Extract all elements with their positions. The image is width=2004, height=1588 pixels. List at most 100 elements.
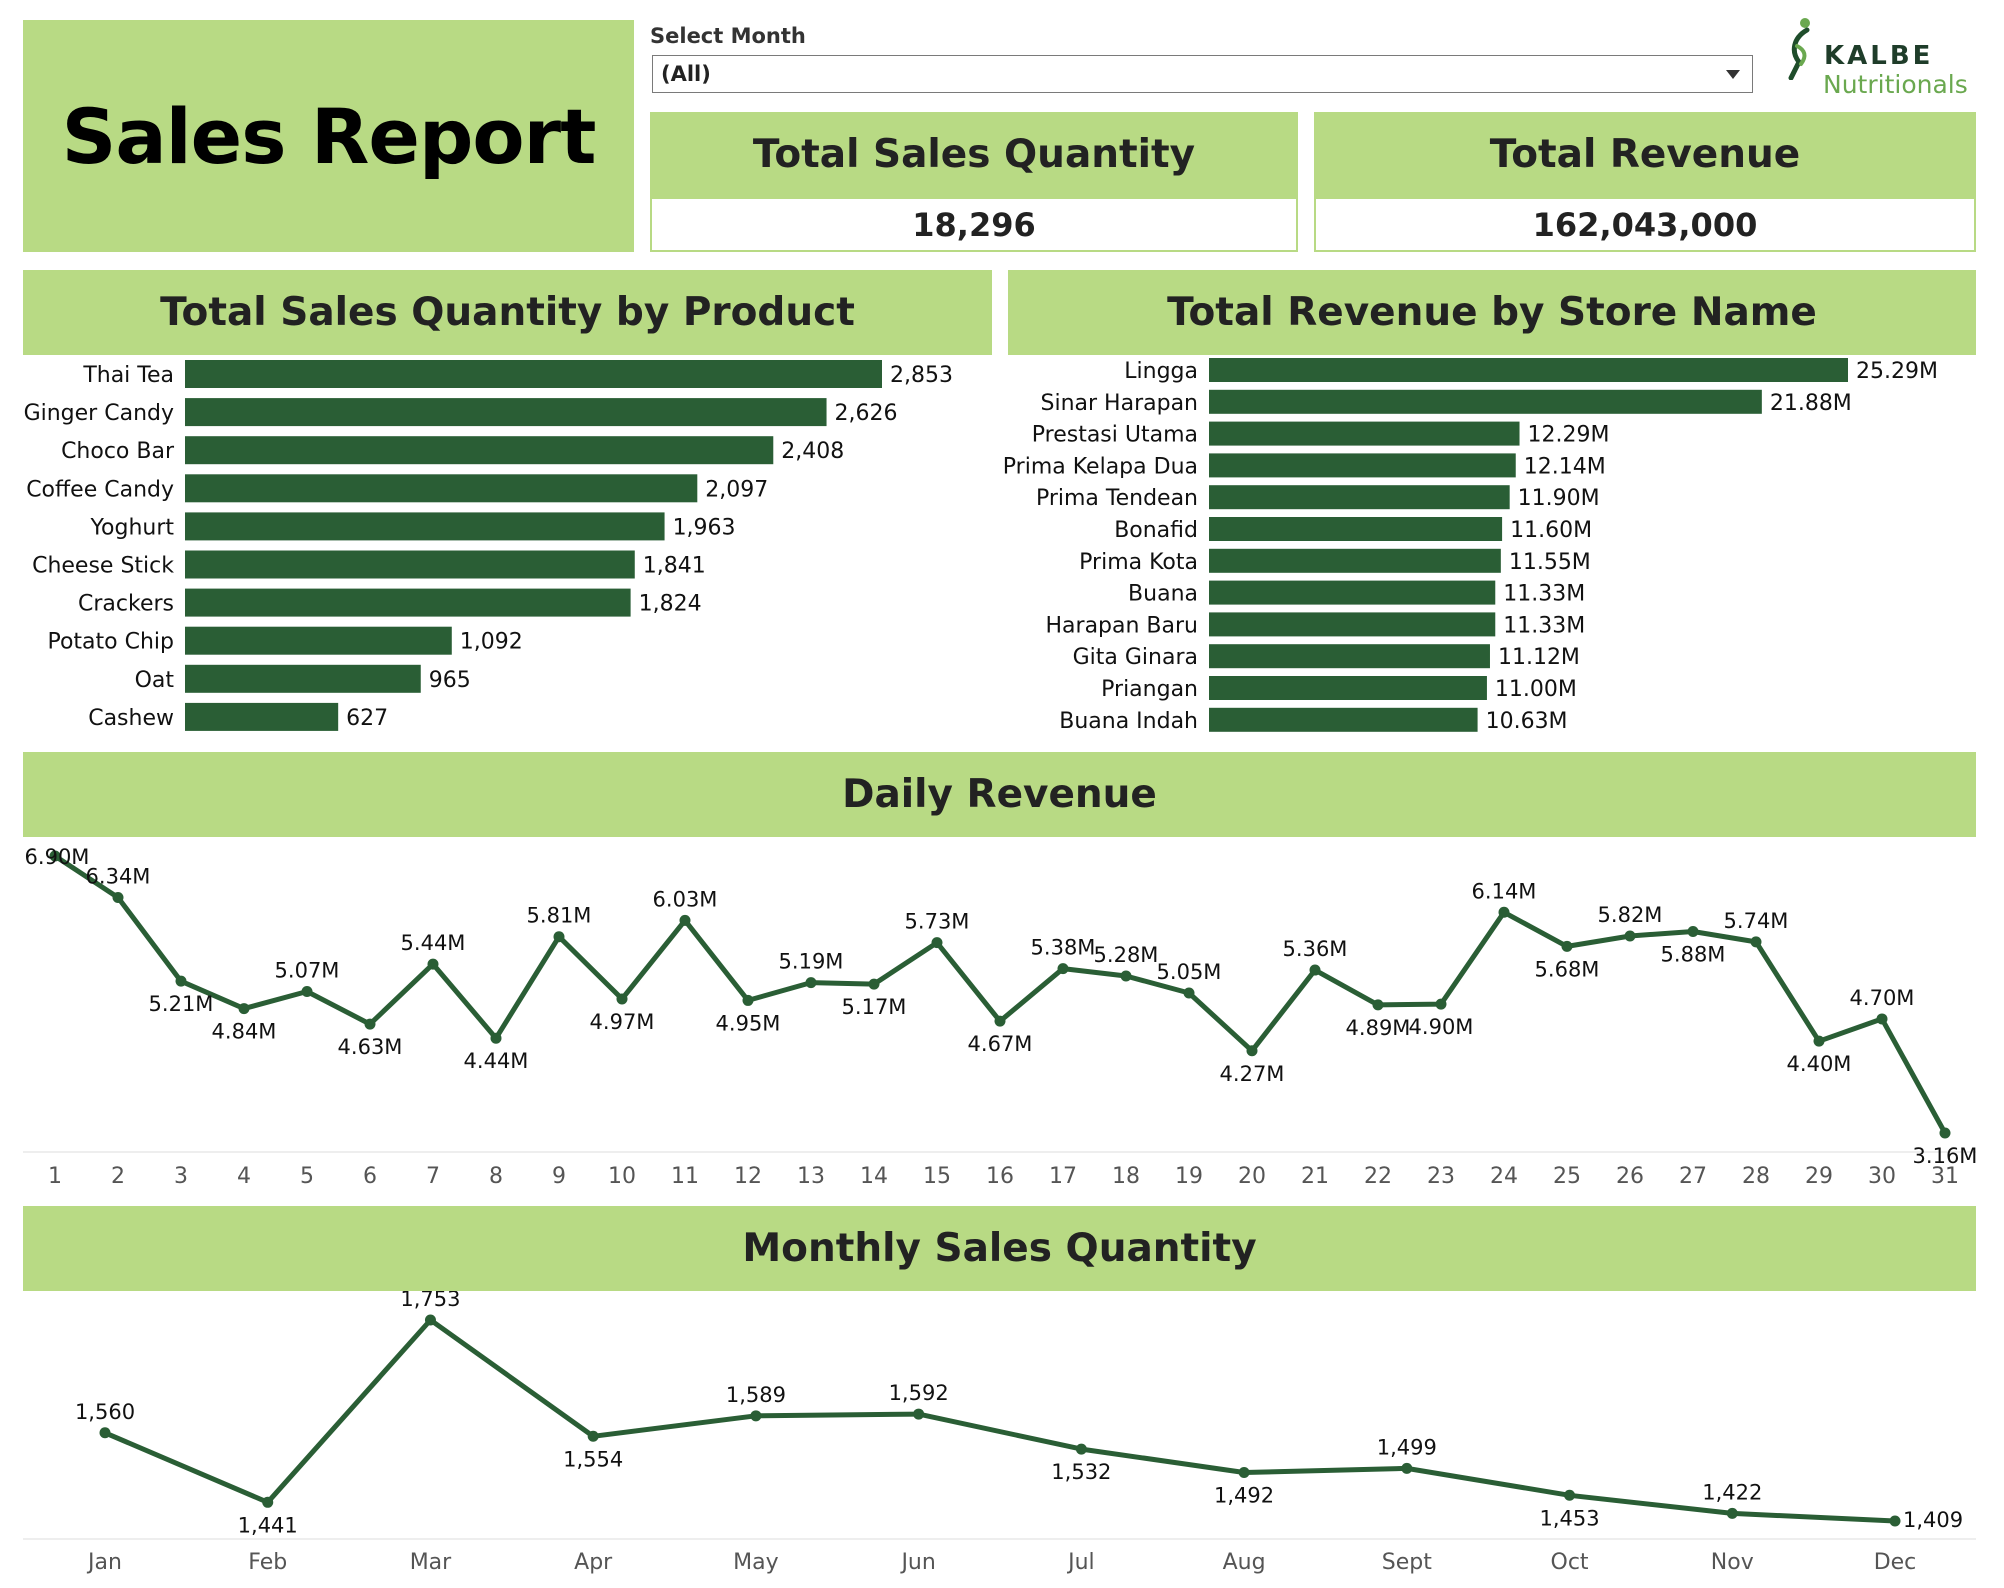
bar [185, 474, 698, 503]
data-label: 5.21M [149, 992, 214, 1016]
data-point [553, 931, 565, 943]
x-tick-label: 11 [671, 1164, 699, 1189]
x-tick-label: Jan [86, 1550, 122, 1575]
data-label: 5.44M [401, 931, 466, 955]
data-point [1309, 964, 1321, 976]
x-tick-label: 8 [489, 1164, 503, 1189]
data-point [1726, 1507, 1738, 1519]
data-label: 5.74M [1724, 909, 1789, 933]
store-chart-header: Total Revenue by Store Name [1008, 270, 1976, 355]
month-select[interactable]: (All) [652, 55, 1753, 93]
bar-category-label: Ginger Candy [24, 401, 174, 426]
bar-value-label: 25.29M [1856, 359, 1938, 384]
data-label: 1,532 [1051, 1460, 1111, 1484]
data-point [1561, 940, 1573, 952]
bar-category-label: Sinar Harapan [1041, 391, 1198, 416]
data-label: 5.28M [1094, 943, 1159, 967]
data-point [1564, 1489, 1576, 1501]
data-point [1687, 926, 1699, 938]
data-point [1238, 1467, 1250, 1479]
x-tick-label: 26 [1616, 1164, 1644, 1189]
bar [185, 360, 882, 388]
x-tick-label: Sept [1382, 1550, 1432, 1575]
data-point [427, 958, 439, 970]
filter-label: Select Month [650, 24, 806, 48]
bar [1209, 421, 1520, 446]
bar [185, 512, 665, 541]
bar-category-label: Cheese Stick [32, 554, 174, 579]
data-point [364, 1018, 376, 1030]
bar [185, 398, 827, 427]
x-tick-label: 13 [797, 1164, 825, 1189]
x-tick-label: 23 [1427, 1164, 1455, 1189]
data-label: 5.88M [1661, 943, 1726, 967]
x-tick-label: 5 [300, 1164, 314, 1189]
data-point [994, 1015, 1006, 1027]
data-label: 5.81M [527, 904, 592, 928]
x-tick-label: 20 [1238, 1164, 1266, 1189]
data-point [1075, 1443, 1087, 1455]
data-point [424, 1314, 436, 1326]
data-label: 4.40M [1787, 1052, 1852, 1076]
bar [185, 550, 635, 579]
bar-category-label: Priangan [1101, 677, 1198, 702]
data-point [1120, 970, 1132, 982]
x-tick-label: 3 [174, 1164, 188, 1189]
data-label: 4.44M [464, 1049, 529, 1073]
bar [1209, 453, 1516, 478]
bar [1209, 707, 1478, 732]
data-point [805, 977, 817, 989]
kpi-quantity-label: Total Sales Quantity [752, 132, 1196, 177]
kpi-quantity-value: 18,296 [650, 197, 1298, 252]
bar [1209, 612, 1496, 637]
data-label: 6.14M [1472, 879, 1537, 903]
data-point [742, 994, 754, 1006]
x-tick-label: 24 [1490, 1164, 1518, 1189]
chevron-down-icon[interactable] [1726, 70, 1740, 79]
data-point [1498, 906, 1510, 918]
data-point [913, 1408, 925, 1420]
bar-value-label: 11.33M [1503, 582, 1585, 607]
store-bar-chart: Lingga 25.29M Sinar Harapan 21.88M Prestasi … [1003, 358, 1938, 734]
bar-value-label: 1,963 [673, 515, 736, 540]
bar [185, 436, 774, 465]
data-label: 1,592 [889, 1381, 949, 1405]
daily-chart-title: Daily Revenue [842, 772, 1157, 817]
product-bar-chart: Thai Tea 2,853 Ginger Candy 2,626 Choco Bar 2… [24, 360, 953, 731]
bar-value-label: 2,097 [705, 477, 768, 502]
x-tick-label: 19 [1175, 1164, 1203, 1189]
bar-category-label: Prestasi Utama [1032, 423, 1198, 448]
data-label: 6.03M [653, 887, 718, 911]
x-tick-label: Apr [574, 1550, 613, 1575]
bar [1209, 644, 1490, 669]
data-label: 1,422 [1702, 1480, 1762, 1504]
bar-value-label: 10.63M [1486, 709, 1568, 734]
page-title: Sales Report [61, 91, 597, 181]
product-chart-title: Total Sales Quantity by Product [160, 290, 855, 335]
x-tick-label: 29 [1805, 1164, 1833, 1189]
x-tick-label: 2 [111, 1164, 125, 1189]
monthly-quantity-line-chart: 1,560 Jan 1,441 Feb 1,753 Mar 1,554 Apr 1,589 May… [23, 1291, 1976, 1575]
x-tick-label: Dec [1874, 1550, 1917, 1575]
data-point [1939, 1127, 1951, 1139]
daily-revenue-line-chart: 6.90M 1 6.34M 2 5.21M 3 4.84M 4 5.07M 5 4.63M 6 5.44… [23, 845, 1977, 1189]
data-label: 5.68M [1535, 957, 1600, 981]
data-label: 6.90M [25, 845, 90, 869]
bar-category-label: Oat [135, 668, 175, 693]
bar-value-label: 12.29M [1528, 423, 1610, 448]
data-label: 1,560 [75, 1400, 135, 1424]
bar-value-label: 11.33M [1503, 613, 1585, 638]
bar-category-label: Prima Kelapa Dua [1003, 454, 1198, 479]
x-tick-label: 7 [426, 1164, 440, 1189]
bar-value-label: 21.88M [1770, 391, 1852, 416]
bar-value-label: 11.60M [1510, 518, 1592, 543]
data-point [1889, 1515, 1901, 1527]
data-point [1813, 1035, 1825, 1047]
x-tick-label: Feb [248, 1550, 287, 1575]
data-point [931, 937, 943, 949]
x-tick-label: 9 [552, 1164, 566, 1189]
bar-value-label: 2,626 [835, 401, 898, 426]
x-tick-label: 16 [986, 1164, 1014, 1189]
x-tick-label: 30 [1868, 1164, 1896, 1189]
data-point [750, 1410, 762, 1422]
